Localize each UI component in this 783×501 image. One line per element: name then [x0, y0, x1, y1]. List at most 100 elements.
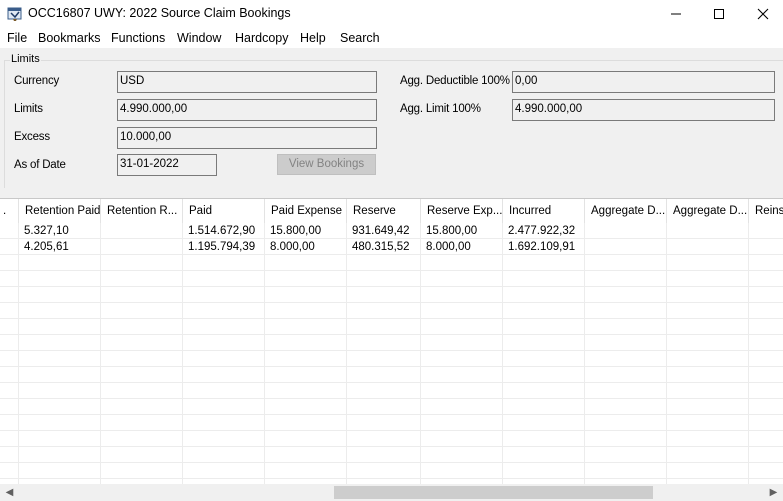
table-cell[interactable] — [421, 271, 503, 287]
table-cell[interactable] — [183, 319, 265, 335]
table-cell[interactable] — [183, 303, 265, 319]
table-cell[interactable] — [749, 239, 783, 255]
table-cell[interactable] — [265, 287, 347, 303]
table-cell[interactable] — [667, 383, 749, 399]
table-cell[interactable] — [183, 367, 265, 383]
table-cell[interactable]: 1.514.672,90 — [183, 223, 265, 239]
table-cell[interactable] — [347, 383, 421, 399]
table-cell[interactable] — [421, 351, 503, 367]
table-cell[interactable] — [585, 447, 667, 463]
table-cell[interactable] — [101, 223, 183, 239]
table-cell[interactable] — [421, 255, 503, 271]
table-cell[interactable] — [0, 447, 19, 463]
table-cell[interactable] — [265, 431, 347, 447]
menu-search[interactable]: Search — [340, 31, 380, 45]
table-cell[interactable] — [265, 319, 347, 335]
table-cell[interactable] — [503, 399, 585, 415]
table-cell[interactable] — [101, 255, 183, 271]
table-cell[interactable] — [347, 463, 421, 479]
table-cell[interactable] — [265, 367, 347, 383]
table-cell[interactable] — [421, 287, 503, 303]
table-cell[interactable] — [749, 335, 783, 351]
table-cell[interactable] — [749, 271, 783, 287]
minimize-button[interactable] — [653, 0, 699, 28]
table-row[interactable] — [0, 383, 783, 399]
table-cell[interactable] — [667, 447, 749, 463]
table-cell[interactable] — [183, 335, 265, 351]
table-cell[interactable] — [19, 367, 101, 383]
table-cell[interactable] — [667, 367, 749, 383]
table-cell[interactable] — [265, 335, 347, 351]
scroll-thumb[interactable] — [334, 486, 653, 499]
table-cell[interactable] — [101, 351, 183, 367]
table-cell[interactable] — [667, 303, 749, 319]
table-cell[interactable] — [183, 415, 265, 431]
table-cell[interactable] — [749, 383, 783, 399]
menu-window[interactable]: Window — [177, 31, 221, 45]
table-cell[interactable] — [19, 383, 101, 399]
table-cell[interactable] — [749, 399, 783, 415]
table-cell[interactable] — [19, 255, 101, 271]
table-cell[interactable] — [0, 431, 19, 447]
view-bookings-button[interactable]: View Bookings — [277, 154, 376, 175]
table-cell[interactable] — [421, 463, 503, 479]
table-row[interactable] — [0, 287, 783, 303]
table-cell[interactable] — [19, 415, 101, 431]
table-cell[interactable] — [585, 223, 667, 239]
table-row[interactable]: 5.327,10 1.514.672,90 15.800,00 931.649,42 1… — [0, 223, 783, 239]
table-cell[interactable] — [101, 431, 183, 447]
table-cell[interactable] — [265, 399, 347, 415]
table-cell[interactable] — [585, 255, 667, 271]
table-cell[interactable] — [667, 223, 749, 239]
table-cell[interactable] — [19, 303, 101, 319]
table-cell[interactable] — [0, 319, 19, 335]
table-cell[interactable] — [421, 303, 503, 319]
column-header-retention-paid[interactable]: Retention Paid — [19, 199, 101, 223]
table-row[interactable] — [0, 255, 783, 271]
table-cell[interactable] — [265, 447, 347, 463]
table-cell[interactable] — [503, 303, 585, 319]
excess-field[interactable]: 10.000,00 — [117, 127, 377, 149]
table-cell[interactable] — [183, 431, 265, 447]
table-cell[interactable] — [347, 367, 421, 383]
table-cell[interactable] — [503, 415, 585, 431]
table-cell[interactable] — [19, 431, 101, 447]
table-cell[interactable] — [421, 399, 503, 415]
table-row[interactable] — [0, 399, 783, 415]
table-cell[interactable] — [101, 383, 183, 399]
table-cell[interactable] — [347, 303, 421, 319]
table-cell[interactable]: 1.692.109,91 — [503, 239, 585, 255]
table-row[interactable] — [0, 367, 783, 383]
table-cell[interactable] — [421, 335, 503, 351]
column-header-incurred[interactable]: Incurred — [503, 199, 585, 223]
table-cell[interactable]: 931.649,42 — [347, 223, 421, 239]
table-cell[interactable]: 8.000,00 — [421, 239, 503, 255]
table-cell[interactable] — [585, 271, 667, 287]
table-cell[interactable] — [749, 287, 783, 303]
table-cell[interactable] — [347, 431, 421, 447]
table-cell[interactable] — [101, 271, 183, 287]
table-cell[interactable] — [585, 431, 667, 447]
table-cell[interactable] — [101, 335, 183, 351]
table-cell[interactable] — [101, 463, 183, 479]
table-cell[interactable] — [19, 287, 101, 303]
table-row[interactable] — [0, 463, 783, 479]
menu-bookmarks[interactable]: Bookmarks — [38, 31, 101, 45]
table-cell[interactable] — [667, 319, 749, 335]
table-row[interactable] — [0, 447, 783, 463]
table-cell[interactable] — [101, 239, 183, 255]
table-cell[interactable] — [19, 351, 101, 367]
table-cell[interactable] — [585, 399, 667, 415]
table-cell[interactable]: 480.315,52 — [347, 239, 421, 255]
table-cell[interactable] — [19, 447, 101, 463]
table-cell[interactable] — [183, 399, 265, 415]
table-cell[interactable] — [421, 431, 503, 447]
table-cell[interactable] — [347, 447, 421, 463]
table-cell[interactable] — [749, 415, 783, 431]
table-row[interactable] — [0, 431, 783, 447]
limits-field[interactable]: 4.990.000,00 — [117, 99, 377, 121]
table-cell[interactable] — [585, 383, 667, 399]
table-cell[interactable] — [19, 463, 101, 479]
table-cell[interactable] — [0, 255, 19, 271]
table-cell[interactable] — [667, 431, 749, 447]
